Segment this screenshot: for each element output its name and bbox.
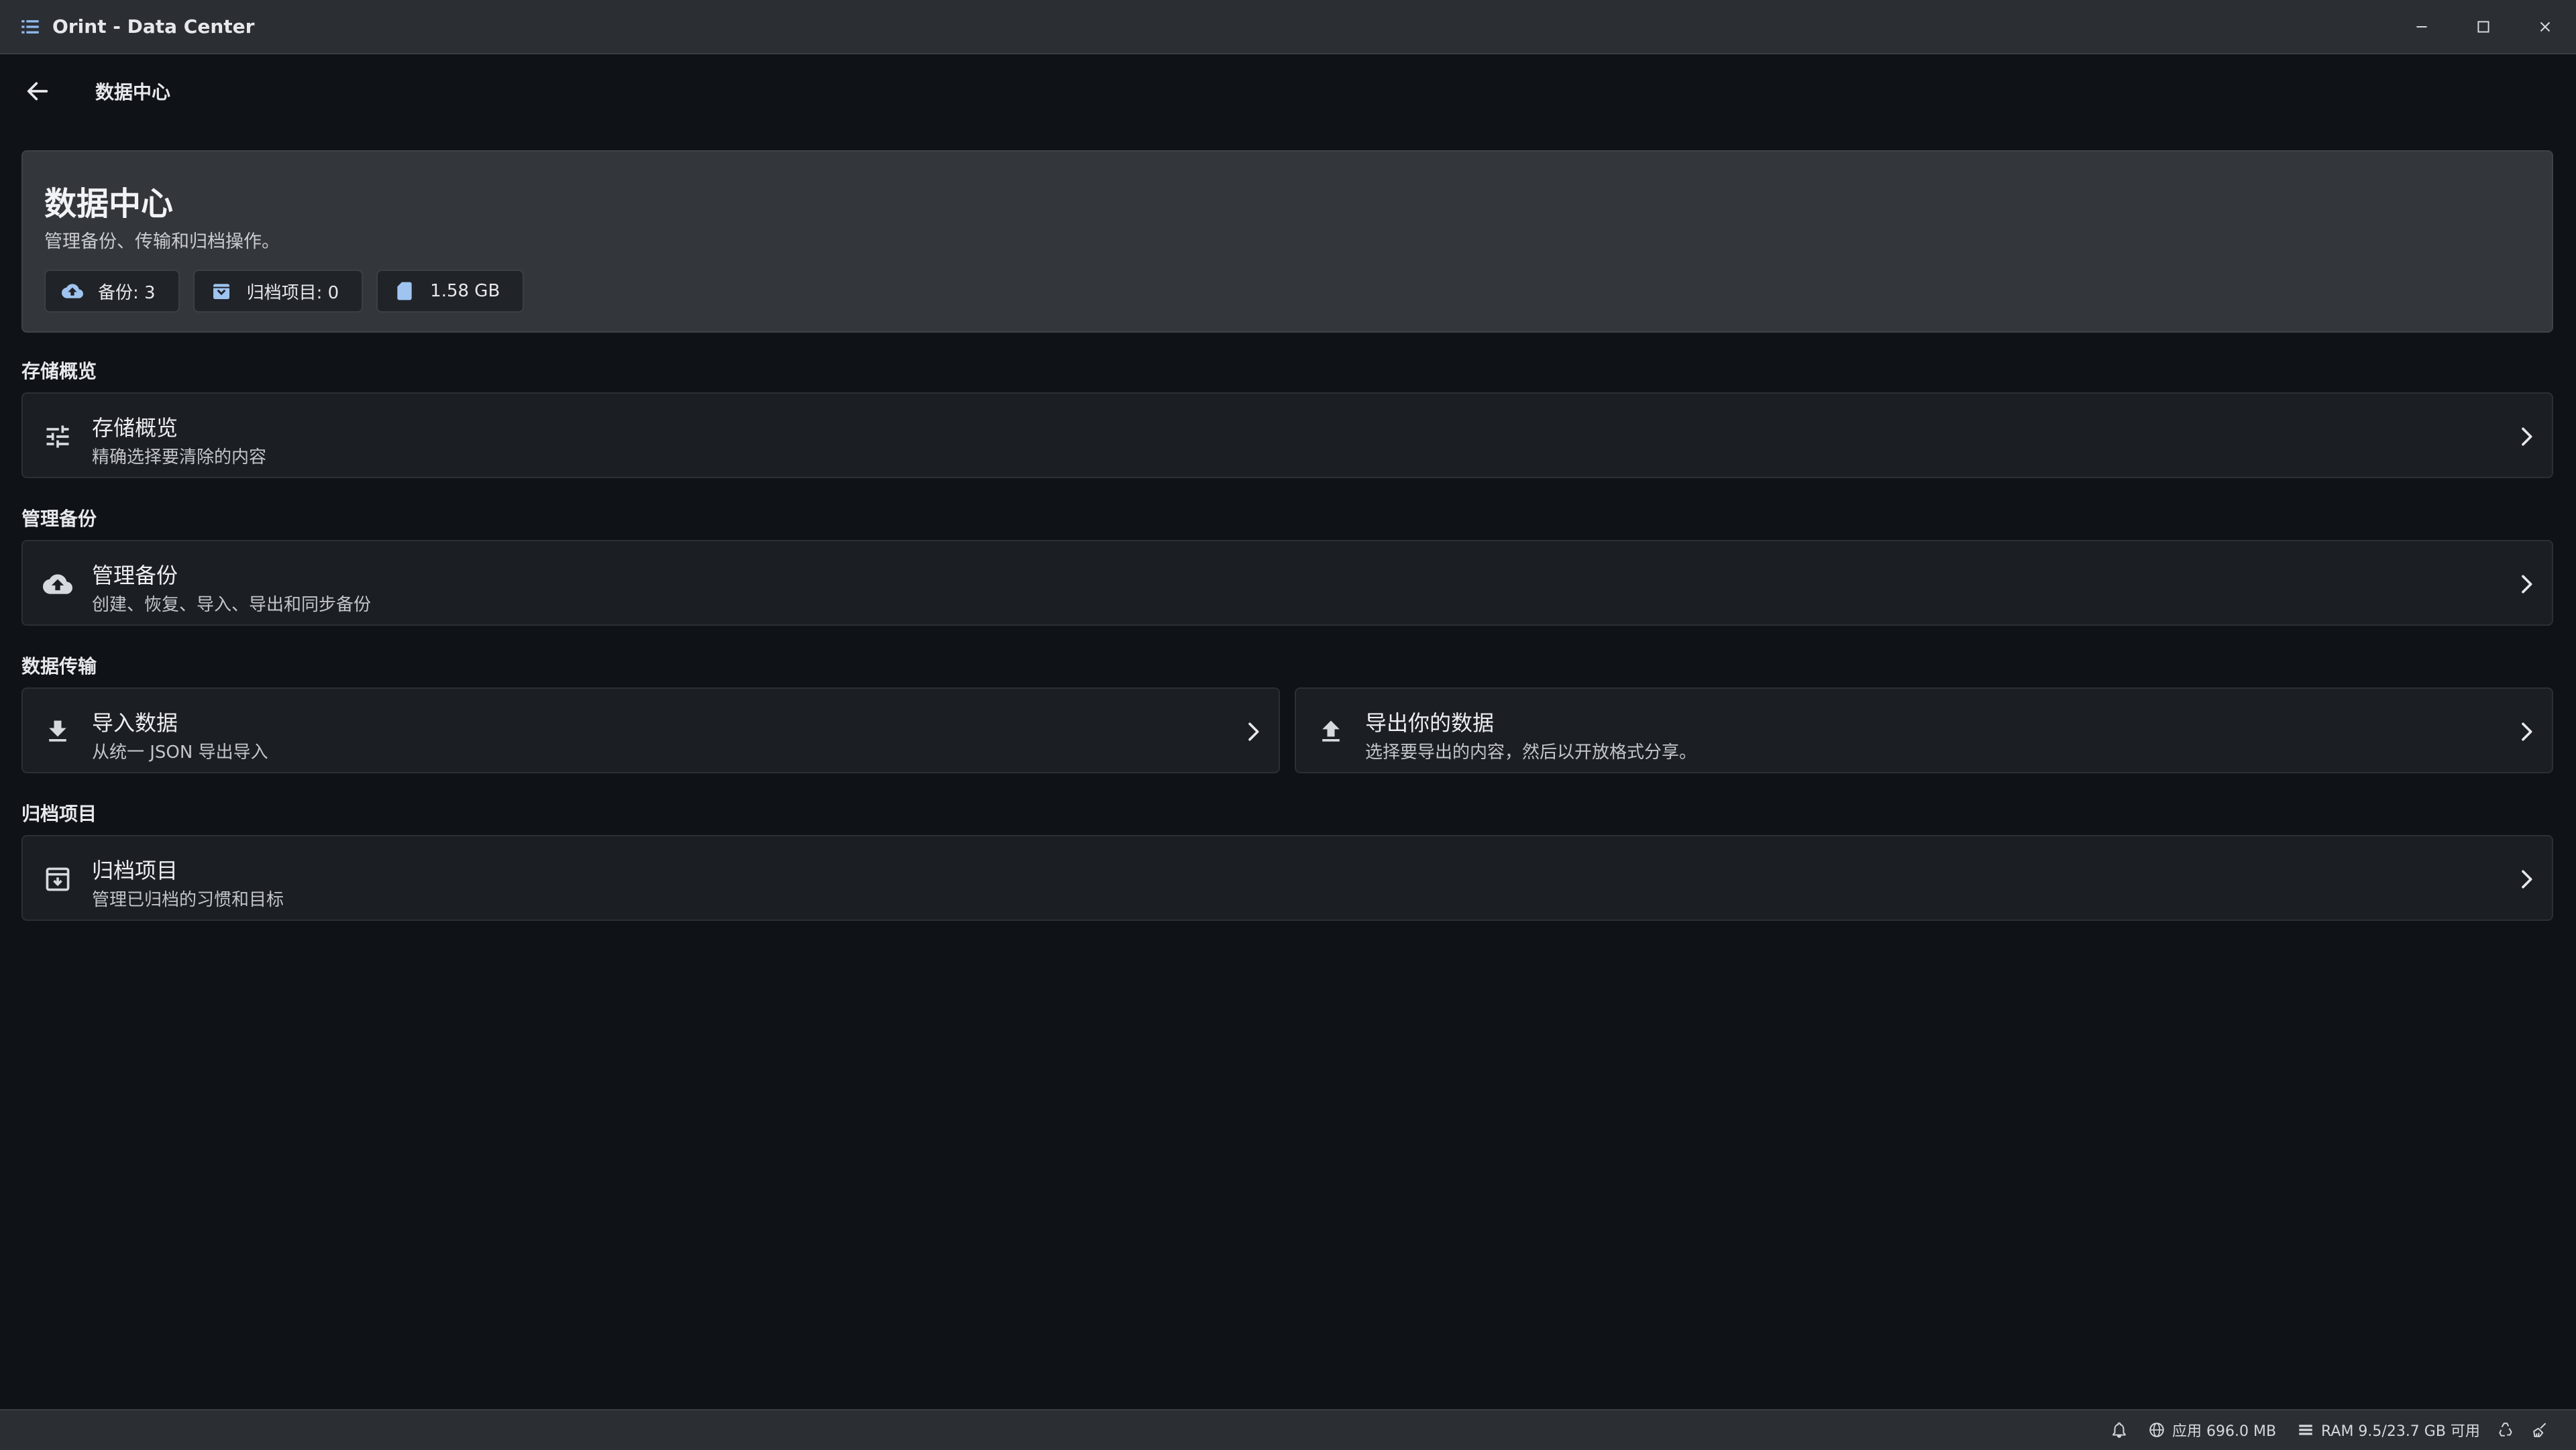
recycle-icon [2499, 1422, 2512, 1437]
chevron-right-icon [2522, 870, 2532, 889]
globe-icon [2149, 1422, 2164, 1437]
import-data-title: 导入数据 [92, 710, 178, 736]
manage-backups-subtitle: 创建、恢复、导入、导出和同步备份 [92, 595, 372, 615]
section-title-storage: 存储概览 [21, 360, 97, 382]
export-data-subtitle: 选择要导出的内容，然后以开放格式分享。 [1365, 742, 1697, 763]
back-button[interactable] [20, 74, 55, 109]
import-data-subtitle: 从统一 JSON 导出导入 [92, 742, 268, 763]
broom-icon [2533, 1423, 2546, 1437]
maximize-button[interactable] [2453, 0, 2514, 53]
notifications-button[interactable] [2110, 1410, 2135, 1449]
archived-count-label: 归档项目: 0 [246, 282, 339, 303]
archived-items-subtitle: 管理已归档的习惯和目标 [92, 890, 284, 910]
storage-size-chip: 1.58 GB [376, 270, 525, 313]
cleanup-button[interactable] [2532, 1410, 2556, 1449]
upload-icon [1322, 720, 1340, 742]
storage-size-label: 1.58 GB [430, 281, 500, 301]
section-title-backups: 管理备份 [21, 508, 97, 530]
tune-sliders-icon [46, 425, 69, 448]
chevron-right-icon [2522, 575, 2532, 594]
list-icon [2299, 1424, 2312, 1435]
archive-icon [213, 284, 229, 299]
storage-overview-title: 存储概览 [92, 415, 178, 441]
ram-indicator: RAM 9.5/23.7 GB 可用 [2297, 1410, 2480, 1449]
page-header: 数据中心 [0, 54, 2576, 128]
summary-title: 数据中心 [44, 185, 174, 223]
section-title-transfer: 数据传输 [21, 655, 97, 677]
data-center-summary-card: 数据中心 管理备份、传输和归档操作。 备份: 3 归档项目: 0 1.58 GB [21, 150, 2553, 333]
summary-chips: 备份: 3 归档项目: 0 1.58 GB [44, 270, 525, 313]
cloud-upload-icon [43, 574, 72, 594]
backup-count-label: 备份: 3 [98, 282, 156, 303]
sd-card-icon [397, 282, 412, 300]
archived-items-title: 归档项目 [92, 858, 178, 883]
refresh-button[interactable] [2497, 1410, 2521, 1449]
app-menu-icon[interactable] [19, 15, 42, 38]
manage-backups-title: 管理备份 [92, 563, 178, 588]
manage-backups-card[interactable]: 管理备份 创建、恢复、导入、导出和同步备份 [21, 540, 2553, 626]
import-data-card[interactable]: 导入数据 从统一 JSON 导出导入 [21, 687, 1280, 773]
app-memory-indicator: 应用 696.0 MB [2148, 1410, 2276, 1449]
close-button[interactable] [2514, 0, 2576, 53]
archive-box-icon [46, 867, 70, 891]
maximize-icon [2477, 20, 2489, 33]
ram-label: RAM 9.5/23.7 GB 可用 [2321, 1423, 2480, 1440]
chevron-right-icon [2522, 722, 2532, 741]
archived-count-chip: 归档项目: 0 [193, 270, 364, 313]
title-bar: Orint - Data Center [0, 0, 2576, 54]
summary-subtitle: 管理备份、传输和归档操作。 [44, 231, 280, 252]
minimize-button[interactable] [2391, 0, 2453, 53]
close-icon [2540, 21, 2551, 32]
page-title: 数据中心 [95, 81, 171, 103]
storage-overview-subtitle: 精确选择要清除的内容 [92, 447, 267, 467]
backup-count-chip: 备份: 3 [44, 270, 180, 313]
archived-items-card[interactable]: 归档项目 管理已归档的习惯和目标 [21, 835, 2553, 921]
storage-overview-card[interactable]: 存储概览 精确选择要清除的内容 [21, 392, 2553, 478]
bell-icon [2112, 1422, 2126, 1438]
app-memory-label: 应用 696.0 MB [2172, 1423, 2277, 1440]
status-bar: 应用 696.0 MB RAM 9.5/23.7 GB 可用 [0, 1409, 2576, 1450]
section-title-archived: 归档项目 [21, 803, 97, 825]
minimize-icon [2416, 25, 2427, 27]
download-icon [49, 720, 66, 742]
export-data-title: 导出你的数据 [1365, 710, 1495, 736]
export-data-card[interactable]: 导出你的数据 选择要导出的内容，然后以开放格式分享。 [1295, 687, 2553, 773]
chevron-right-icon [2522, 427, 2532, 446]
cloud-upload-icon [62, 284, 83, 298]
arrow-left-icon [27, 82, 48, 101]
window-title: Orint - Data Center [52, 15, 255, 38]
chevron-right-icon [1248, 722, 1259, 741]
